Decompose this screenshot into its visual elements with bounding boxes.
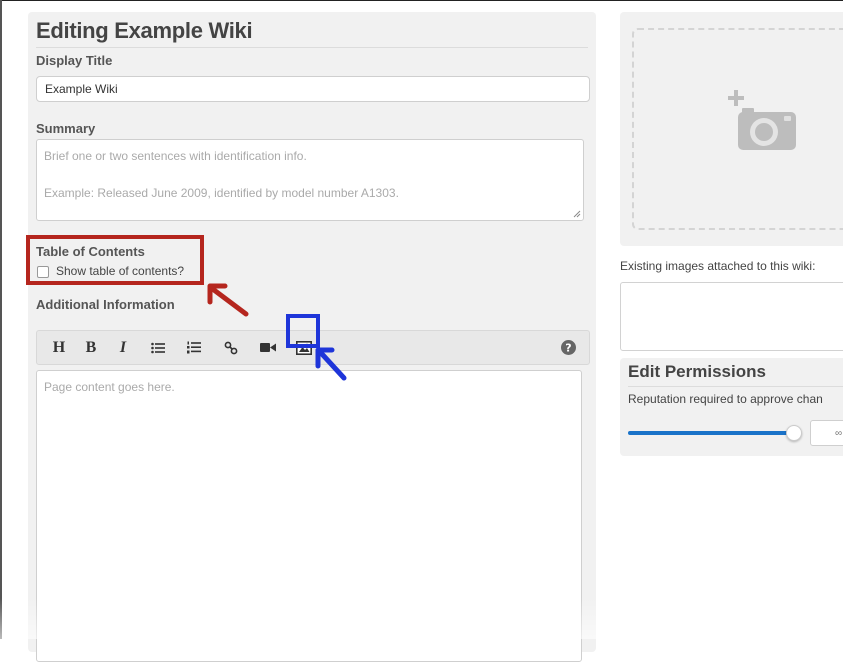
- numbered-list-icon: [187, 341, 201, 354]
- link-icon: [224, 341, 238, 354]
- permissions-divider: [628, 386, 843, 387]
- help-icon: ?: [560, 340, 576, 355]
- svg-text:?: ?: [565, 342, 571, 355]
- bulleted-list-button[interactable]: [147, 331, 169, 364]
- bulleted-list-icon: [151, 342, 165, 353]
- heading-button[interactable]: H: [47, 331, 71, 364]
- italic-button[interactable]: I: [113, 331, 133, 364]
- permissions-title: Edit Permissions: [628, 362, 766, 381]
- blue-arrow-icon: [315, 347, 347, 381]
- image-button-highlight-box: [286, 314, 320, 348]
- window-top-border: [0, 0, 843, 1]
- heading-divider: [36, 47, 588, 48]
- video-button[interactable]: [256, 331, 280, 364]
- image-upload-panel: [620, 12, 843, 246]
- existing-images-label: Existing images attached to this wiki:: [620, 259, 816, 273]
- summary-textarea[interactable]: Brief one or two sentences with identifi…: [36, 139, 584, 221]
- add-camera-icon: [728, 90, 796, 150]
- link-button[interactable]: [220, 331, 242, 364]
- display-title-input[interactable]: Example Wiki: [36, 76, 590, 102]
- red-arrow-icon: [207, 283, 249, 317]
- toc-highlight-box: [26, 235, 204, 285]
- resize-grip-icon[interactable]: [573, 210, 581, 218]
- image-dropzone[interactable]: [632, 28, 843, 230]
- bold-button[interactable]: B: [79, 331, 103, 364]
- reputation-slider-thumb[interactable]: [786, 425, 802, 441]
- summary-placeholder-line1: Brief one or two sentences with identifi…: [44, 149, 307, 163]
- help-button[interactable]: ?: [557, 331, 579, 364]
- content-editor[interactable]: Page content goes here.: [36, 370, 582, 662]
- content-placeholder: Page content goes here.: [44, 380, 175, 394]
- reputation-label: Reputation required to approve chan: [628, 392, 823, 406]
- display-title-label: Display Title: [36, 53, 113, 68]
- reputation-slider-track[interactable]: [628, 431, 796, 435]
- additional-info-label: Additional Information: [36, 297, 175, 312]
- page-title: Editing Example Wiki: [36, 18, 253, 43]
- summary-placeholder-line2: Example: Released June 2009, identified …: [44, 186, 399, 200]
- reputation-value-input[interactable]: ∞: [810, 420, 843, 446]
- video-camera-icon: [260, 343, 276, 352]
- existing-images-box: [620, 282, 843, 351]
- edit-permissions-panel: Edit Permissions Reputation required to …: [620, 358, 843, 456]
- window-left-border: [0, 0, 2, 639]
- summary-label: Summary: [36, 121, 96, 136]
- numbered-list-button[interactable]: [183, 331, 205, 364]
